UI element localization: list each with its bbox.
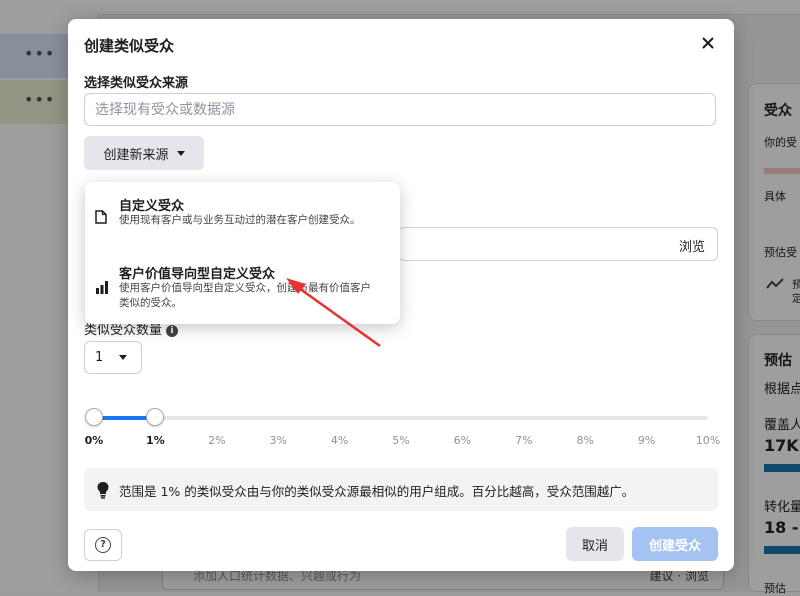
menu-item-custom-audience[interactable]: 自定义受众 使用现有客户或与业务互动过的潜在客户创建受众。	[85, 192, 400, 252]
create-new-source-label: 创建新来源	[103, 147, 169, 163]
slider-tick-label: 10%	[695, 434, 721, 447]
menu-item-description: 使用客户价值导向型自定义受众，创建与最有价值客户类似的受众。	[119, 282, 371, 309]
browse-link[interactable]: 浏览	[679, 236, 705, 255]
location-field[interactable]: 浏览	[398, 227, 718, 261]
create-new-source-button[interactable]: 创建新来源	[84, 136, 204, 170]
slider-tick-label: 9%	[637, 434, 656, 447]
help-button[interactable]: ?	[84, 529, 122, 561]
lightbulb-icon	[97, 482, 109, 499]
slider-tick-label: 2%	[208, 434, 226, 447]
info-icon[interactable]: i	[166, 324, 179, 337]
bar-chart-icon	[96, 281, 108, 294]
slider-tick-label: 7%	[515, 434, 533, 447]
menu-item-title: 自定义受众	[119, 199, 185, 214]
audience-size-slider-track[interactable]	[94, 416, 708, 420]
document-icon	[95, 210, 107, 224]
slider-tick-label: 3%	[269, 434, 287, 447]
slider-tick-label: 5%	[392, 434, 410, 447]
slider-tick-label: 6%	[453, 434, 472, 447]
caret-down-icon	[119, 355, 128, 360]
slider-end-handle[interactable]	[146, 408, 165, 426]
audience-size-tip: 范围是 1% 的类似受众由与你的类似受众源最相似的用户组成。百分比越高，受众范围…	[84, 468, 718, 511]
cancel-button[interactable]: 取消	[566, 527, 624, 561]
question-icon: ?	[95, 537, 111, 553]
slider-tick-label: 0%	[84, 434, 104, 447]
menu-item-value-based-audience[interactable]: 客户价值导向型自定义受众 使用客户价值导向型自定义受众，创建与最有价值客户类似的…	[85, 260, 400, 320]
slider-start-handle[interactable]	[85, 408, 103, 426]
create-audience-button[interactable]: 创建受众	[632, 527, 718, 561]
menu-item-title: 客户价值导向型自定义受众	[119, 267, 276, 282]
slider-tick-label: 8%	[576, 434, 594, 447]
slider-tick-label: 1%	[146, 434, 165, 447]
create-source-dropdown: 自定义受众 使用现有客户或与业务互动过的潜在客户创建受众。 客户价值导向型自定义…	[85, 182, 400, 324]
source-input[interactable]	[84, 93, 716, 126]
close-icon[interactable]	[698, 33, 718, 53]
source-section-label: 选择类似受众来源	[84, 76, 189, 91]
slider-tick-label: 4%	[330, 434, 349, 447]
tip-text: 范围是 1% 的类似受众由与你的类似受众源最相似的用户组成。百分比越高，受众范围…	[119, 484, 635, 499]
menu-item-description: 使用现有客户或与业务互动过的潜在客户创建受众。	[119, 214, 361, 226]
lookalike-count-value: 1	[95, 350, 104, 365]
caret-down-icon	[176, 150, 185, 156]
modal-title: 创建类似受众	[84, 37, 175, 55]
lookalike-count-text: 类似受众数量	[84, 323, 163, 338]
lookalike-count-select[interactable]: 1	[84, 341, 142, 374]
